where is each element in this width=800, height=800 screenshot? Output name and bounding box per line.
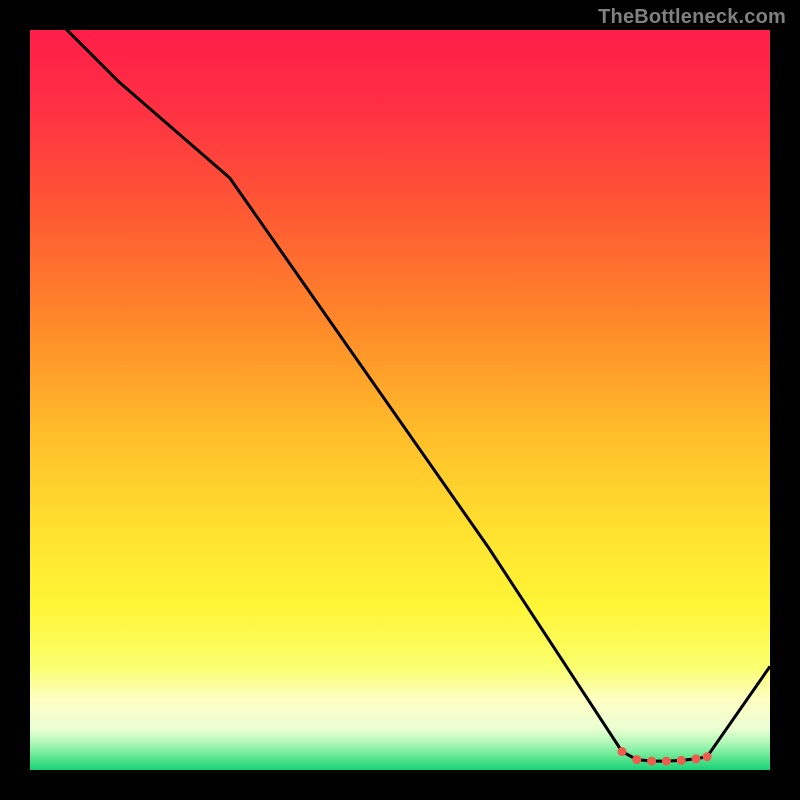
- chart-frame: TheBottleneck.com: [0, 0, 800, 800]
- marker-point: [692, 754, 701, 763]
- marker-point: [662, 757, 671, 766]
- watermark-text: TheBottleneck.com: [598, 6, 786, 29]
- chart-overlay: [30, 30, 770, 770]
- marker-point: [703, 752, 712, 761]
- marker-point: [632, 755, 641, 764]
- marker-point: [618, 747, 627, 756]
- marker-point: [677, 756, 686, 765]
- plot-area: [30, 30, 770, 770]
- data-curve: [30, 30, 770, 761]
- marker-point: [647, 757, 656, 766]
